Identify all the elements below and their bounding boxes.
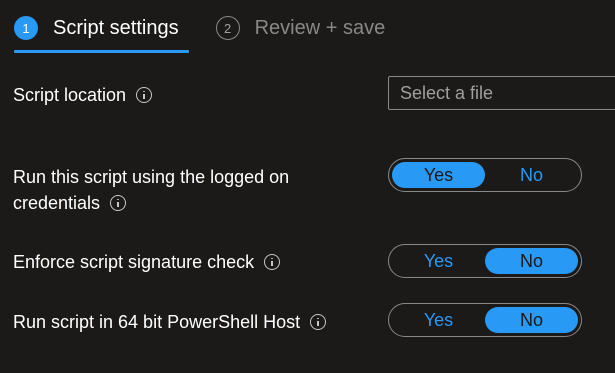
logged-on-credentials-label-line1: Run this script using the logged on: [13, 167, 290, 187]
powershell-64bit-toggle[interactable]: Yes No: [388, 303, 582, 337]
step-label-review-save: Review + save: [254, 16, 386, 39]
powershell-64bit-label: Run script in 64 bit PowerShell Host: [13, 312, 301, 332]
info-icon[interactable]: [110, 195, 127, 212]
logged-on-credentials-yes-option[interactable]: Yes: [392, 162, 485, 188]
signature-check-label-row: Enforce script signature check: [13, 249, 281, 275]
script-location-label-row: Script location: [13, 82, 153, 108]
script-location-label: Script location: [13, 85, 127, 105]
step-script-settings[interactable]: 1 Script settings: [14, 14, 189, 53]
powershell-64bit-label-row: Run script in 64 bit PowerShell Host: [13, 309, 327, 335]
powershell-64bit-yes-option[interactable]: Yes: [392, 307, 485, 333]
powershell-64bit-no-option[interactable]: No: [485, 307, 578, 333]
signature-check-yes-option[interactable]: Yes: [392, 248, 485, 274]
step-review-save[interactable]: 2 Review + save: [215, 14, 386, 42]
logged-on-credentials-no-option[interactable]: No: [485, 162, 578, 188]
wizard-steps: 1 Script settings 2 Review + save: [14, 14, 385, 54]
logged-on-credentials-label-line2: credentials: [13, 193, 101, 213]
logged-on-credentials-toggle[interactable]: Yes No: [388, 158, 582, 192]
signature-check-label: Enforce script signature check: [13, 252, 255, 272]
script-settings-page: 1 Script settings 2 Review + save Script…: [0, 0, 615, 373]
step-label-script-settings: Script settings: [53, 16, 179, 39]
signature-check-toggle[interactable]: Yes No: [388, 244, 582, 278]
info-icon[interactable]: [264, 254, 281, 271]
signature-check-no-option[interactable]: No: [485, 248, 578, 274]
logged-on-credentials-label-row: Run this script using the logged on cred…: [13, 164, 289, 216]
step-number-2: 2: [215, 16, 240, 40]
file-picker-placeholder: Select a file: [400, 83, 494, 103]
info-icon[interactable]: [136, 87, 153, 104]
info-icon[interactable]: [310, 314, 327, 331]
step-number-1: 1: [14, 16, 38, 40]
active-step-underline: [14, 50, 189, 53]
script-file-picker[interactable]: Select a file: [388, 76, 615, 110]
